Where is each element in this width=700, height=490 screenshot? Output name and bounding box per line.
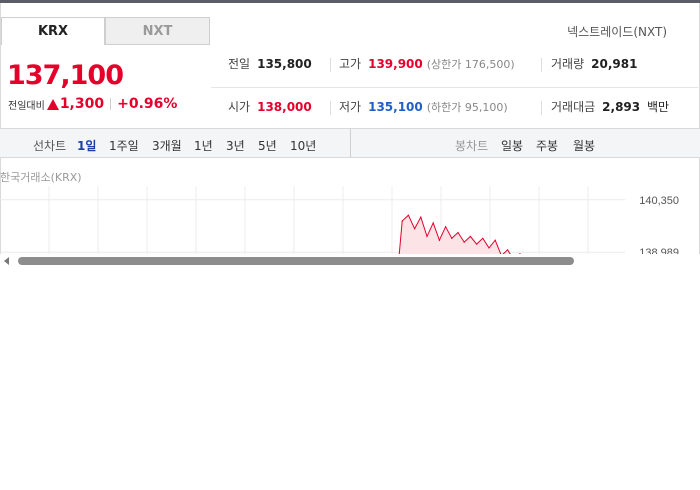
- stat-low: 저가 135,100 (하한가 95,100): [339, 98, 508, 115]
- data-point: [432, 222, 434, 224]
- exchange-label: 한국거래소(KRX): [0, 171, 82, 184]
- stat-high: 고가 139,900 (상한가 176,500): [339, 55, 515, 72]
- nxt-link[interactable]: 넥스트레이드(NXT): [567, 23, 667, 40]
- period-3y[interactable]: 3년: [226, 137, 245, 154]
- scrollbar-thumb[interactable]: [18, 257, 574, 265]
- change-rate: +0.96%: [117, 96, 178, 112]
- divider: [541, 58, 542, 72]
- data-point: [469, 235, 471, 237]
- y-tick-label: 140,350: [639, 195, 679, 207]
- stat-value: 135,100: [368, 100, 423, 114]
- stat-prev-close: 전일 135,800: [228, 55, 312, 72]
- divider: [110, 98, 112, 110]
- candle-chart-label: 봉차트: [455, 139, 489, 153]
- period-monthly-candle[interactable]: 월봉: [573, 137, 595, 154]
- stat-volume: 거래량 20,981: [551, 55, 637, 72]
- data-point: [494, 239, 496, 241]
- stats-divider: [211, 87, 700, 88]
- stat-value: 20,981: [591, 57, 638, 71]
- scroll-left-arrow-icon[interactable]: [4, 257, 9, 265]
- stat-label: 거래량: [551, 57, 585, 71]
- period-weekly-candle[interactable]: 주봉: [536, 137, 558, 154]
- stat-value: 139,900: [368, 57, 423, 71]
- data-point: [445, 226, 447, 228]
- line-chart-label: 선차트: [33, 139, 67, 153]
- data-point: [401, 220, 403, 222]
- change-label: 전일대비: [8, 100, 45, 112]
- period-1w[interactable]: 1주일: [109, 137, 139, 154]
- data-point: [507, 249, 509, 251]
- data-point: [451, 237, 453, 239]
- data-point: [488, 247, 490, 249]
- stat-unit: 백만: [646, 100, 670, 114]
- period-daily-candle[interactable]: 일봉: [501, 137, 523, 154]
- change-value: 1,300: [59, 96, 105, 112]
- change-row: 전일대비 1,300 +0.96%: [8, 96, 177, 112]
- up-triangle-icon: [46, 98, 59, 110]
- period-10y[interactable]: 10년: [290, 137, 316, 154]
- period-5y[interactable]: 5년: [258, 137, 277, 154]
- stat-sub: (하한가 95,100): [426, 101, 508, 114]
- stat-label: 전일: [228, 57, 251, 71]
- stat-label: 시가: [228, 100, 251, 114]
- period-1y[interactable]: 1년: [194, 137, 213, 154]
- tab-krx[interactable]: KRX: [1, 17, 105, 45]
- data-point: [457, 231, 459, 234]
- chart-svg: 140,350138,989: [0, 186, 679, 256]
- period-3m[interactable]: 3개월: [152, 137, 182, 154]
- data-point: [463, 241, 465, 243]
- stat-sub: (상한가 176,500): [426, 58, 515, 71]
- chart-toolbar: 선차트 1일 1주일 3개월 1년 3년 5년 10년 봉차트 일봉 주봉 월봉: [0, 128, 700, 158]
- stat-label: 거래대금: [551, 100, 596, 114]
- price-chart[interactable]: 140,350 138,989: [0, 186, 700, 256]
- divider: [350, 129, 351, 158]
- stat-label: 저가: [339, 100, 362, 114]
- period-1d[interactable]: 1일: [77, 137, 96, 154]
- series-area: [396, 215, 520, 256]
- stat-value: 2,893: [602, 100, 641, 114]
- data-point: [438, 239, 440, 241]
- stat-amount: 거래대금 2,893 백만: [551, 98, 669, 115]
- data-point: [420, 216, 422, 218]
- data-point: [407, 214, 409, 216]
- stat-open: 시가 138,000: [228, 98, 312, 115]
- divider: [541, 101, 542, 115]
- data-point: [476, 243, 478, 245]
- stat-value: 135,800: [257, 57, 312, 71]
- divider: [330, 101, 331, 115]
- chart-scrollbar[interactable]: [0, 254, 700, 268]
- tab-nxt[interactable]: NXT: [105, 17, 210, 45]
- data-point: [414, 228, 416, 230]
- data-point: [426, 235, 428, 237]
- divider: [330, 58, 331, 72]
- stat-value: 138,000: [257, 100, 312, 114]
- current-price: 137,100: [7, 60, 124, 91]
- data-point: [482, 237, 484, 239]
- stat-label: 고가: [339, 57, 362, 71]
